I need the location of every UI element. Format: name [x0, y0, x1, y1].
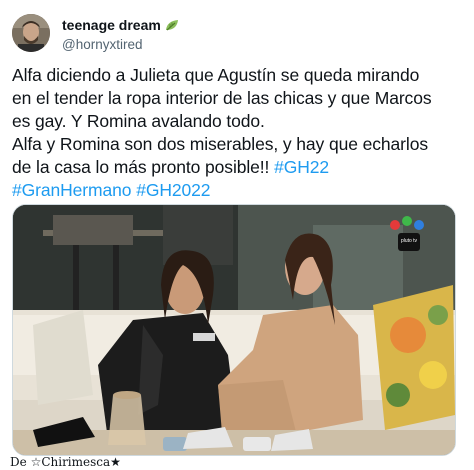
media-photo: pluto tv: [13, 205, 455, 455]
footer-credit: De ☆Chirimesca★: [10, 455, 121, 469]
tweet-text-line: de la casa lo más pronto posible!! #GH22: [12, 156, 464, 179]
media-logo-text: pluto tv: [401, 238, 418, 244]
tweet-text-line: #GranHermano #GH2022: [12, 179, 464, 202]
tweet-text-line: en el tender la ropa interior de las chi…: [12, 88, 432, 108]
display-name[interactable]: teenage dream: [62, 16, 161, 34]
leaf-icon: [164, 18, 180, 32]
tweet-media-image[interactable]: pluto tv: [12, 204, 456, 456]
avatar[interactable]: [12, 14, 50, 52]
user-handle[interactable]: @hornyxtired: [62, 36, 180, 54]
tweet-text-line: Alfa diciendo a Julieta que Agustín se q…: [12, 65, 420, 85]
hashtag-gh2022[interactable]: #GH2022: [136, 180, 210, 200]
tweet-header: teenage dream @hornyxtired: [12, 14, 452, 54]
hashtag-gh22[interactable]: #GH22: [274, 157, 329, 177]
footer-prefix: De: [10, 455, 27, 469]
tweet-text: Alfa diciendo a Julieta que Agustín se q…: [12, 64, 464, 202]
hashtag-granhermano[interactable]: #GranHermano: [12, 180, 132, 200]
tweet-text-fragment: de la casa lo más pronto posible!!: [12, 157, 275, 177]
tweet-text-line: Alfa y Romina son dos miserables, y hay …: [12, 134, 428, 154]
tweet-text-line: es gay. Y Romina avalando todo.: [12, 111, 265, 131]
footer-source: ☆Chirimesca★: [30, 455, 121, 469]
